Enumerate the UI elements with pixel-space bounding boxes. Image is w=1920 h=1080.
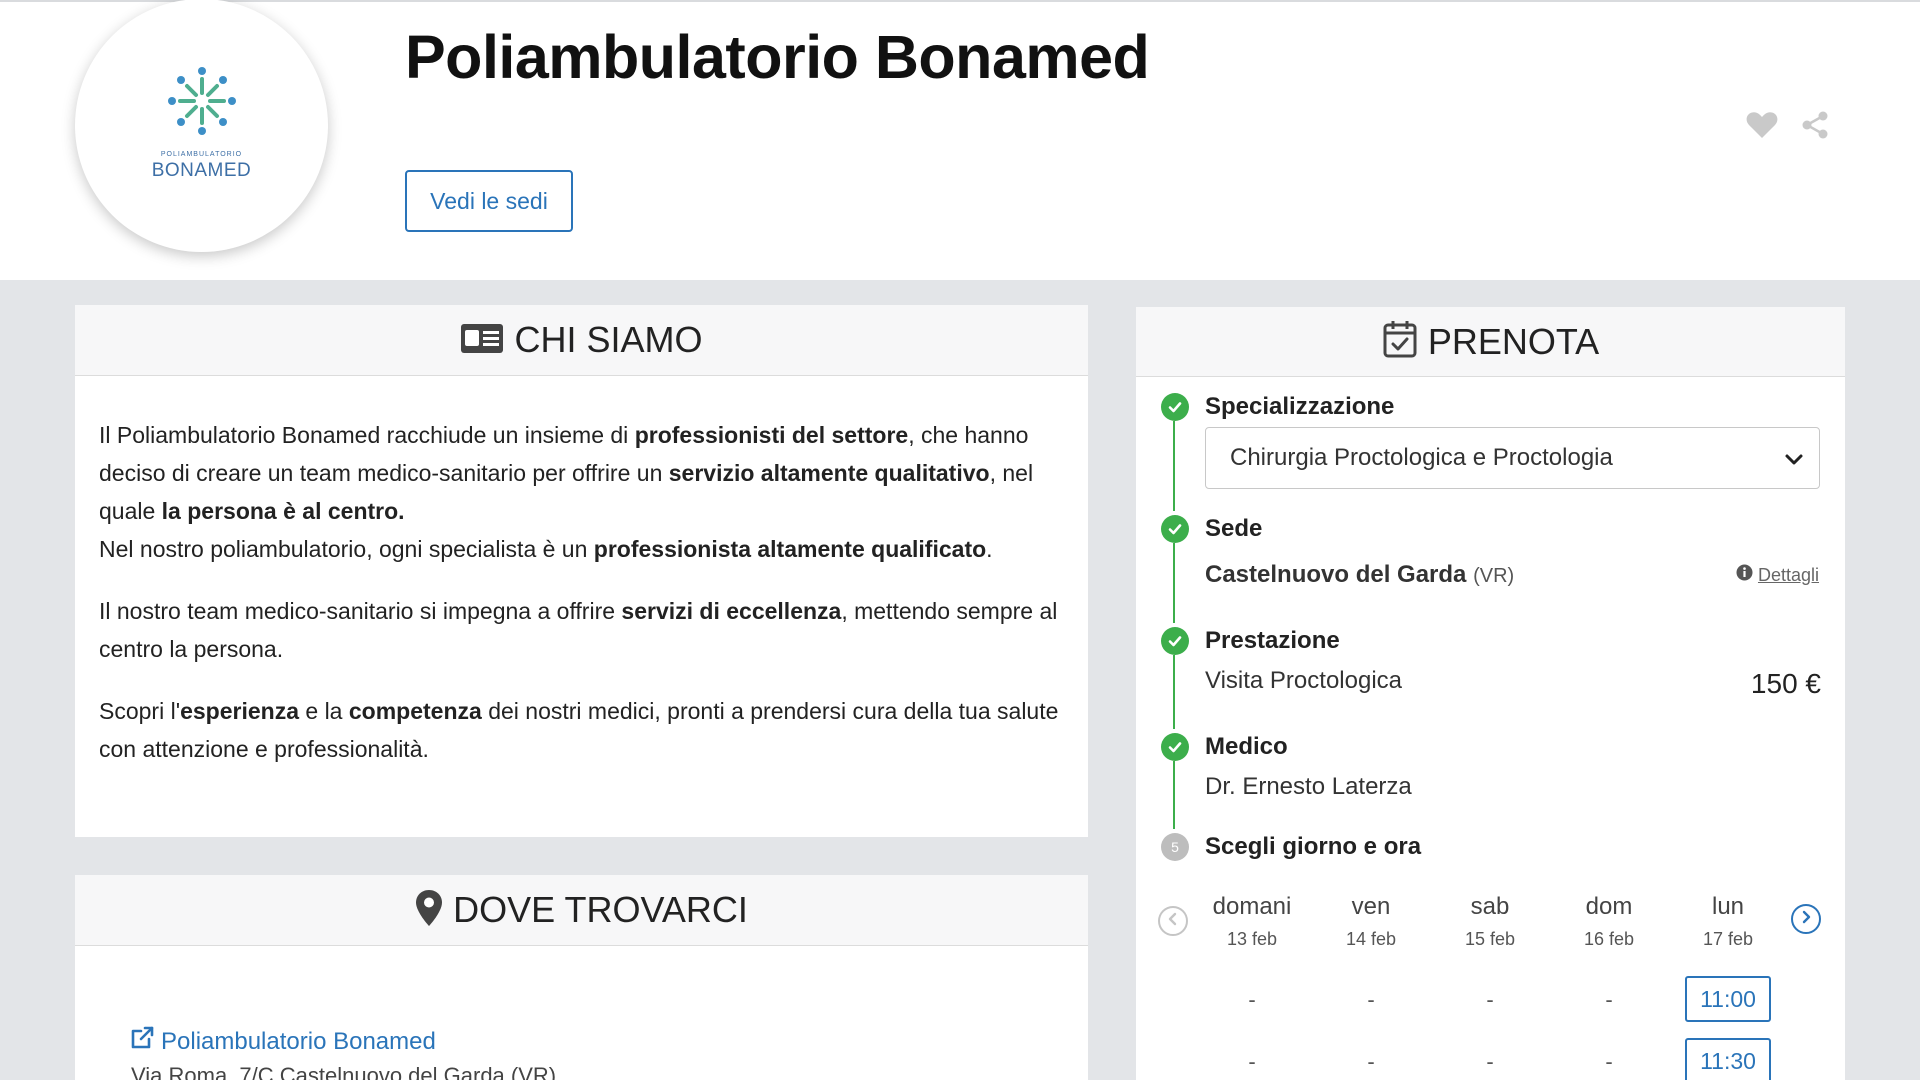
slot-empty: - xyxy=(1248,987,1256,1012)
prestazione-price: 150 € xyxy=(1750,668,1821,699)
medico-value: Dr. Ernesto Laterza xyxy=(1205,773,1412,800)
day-date: 14 feb xyxy=(1345,929,1397,949)
text-span: . xyxy=(986,536,993,562)
prestazione-label: Prestazione xyxy=(1205,627,1340,654)
step-connector xyxy=(1173,421,1175,511)
text-span: Il nostro team medico-sanitario si impeg… xyxy=(99,598,622,624)
text-bold: la persona è al centro. xyxy=(161,498,405,524)
chi-siamo-paragraph: Il nostro team medico-sanitario si impeg… xyxy=(99,592,1064,668)
dove-trovarci-card: DOVE TROVARCI Poliambulatorio Bonamed Vi… xyxy=(75,875,1088,1080)
sede-value: Castelnuovo del Garda (VR) xyxy=(1205,561,1514,589)
map-pin-icon xyxy=(415,889,443,932)
info-icon xyxy=(1736,564,1753,586)
day-name: lun xyxy=(1711,893,1745,920)
chi-siamo-title: CHI SIAMO xyxy=(514,319,703,360)
clinic-header: POLIAMBULATORIO BONAMED Poliambulatorio … xyxy=(0,0,1920,280)
text-bold: servizio altamente qualitativo xyxy=(668,460,990,486)
logo-big-text: BONAMED xyxy=(151,160,252,181)
step-check-icon xyxy=(1161,627,1189,655)
text-bold: esperienza xyxy=(180,698,299,724)
step-connector xyxy=(1173,655,1175,729)
external-link-icon xyxy=(129,1025,155,1058)
chi-siamo-paragraph: Scopri l'esperienza e la competenza dei … xyxy=(99,692,1064,768)
clinic-location-link[interactable]: Poliambulatorio Bonamed xyxy=(129,1025,436,1058)
share-icon[interactable] xyxy=(1800,110,1830,145)
day-date: 16 feb xyxy=(1583,929,1635,949)
logo-small-text: POLIAMBULATORIO xyxy=(160,151,243,158)
sede-city: Castelnuovo del Garda xyxy=(1205,561,1467,588)
id-card-icon xyxy=(460,321,504,360)
giorno-label: Scegli giorno e ora xyxy=(1205,833,1422,860)
chevron-down-icon xyxy=(1783,448,1805,477)
chi-siamo-body: Il Poliambulatorio Bonamed racchiude un … xyxy=(75,376,1088,768)
sede-label: Sede xyxy=(1205,515,1263,542)
calendar-prev-button[interactable] xyxy=(1158,906,1188,936)
step-connector xyxy=(1173,761,1175,829)
specializzazione-select[interactable]: Chirurgia Proctologica e Proctologia xyxy=(1205,427,1820,489)
day-column: dom 16 feb xyxy=(1554,893,1664,959)
day-column: ven 14 feb xyxy=(1316,893,1426,959)
day-date: 15 feb xyxy=(1464,929,1516,949)
vedi-sedi-button[interactable]: Vedi le sedi xyxy=(405,170,573,232)
sede-province: (VR) xyxy=(1473,565,1515,587)
chi-siamo-card: CHI SIAMO Il Poliambulatorio Bonamed rac… xyxy=(75,305,1088,837)
page-title: Poliambulatorio Bonamed xyxy=(405,23,1150,91)
step-connector xyxy=(1173,543,1175,623)
slot-empty: - xyxy=(1248,1049,1256,1074)
specializzazione-label: Specializzazione xyxy=(1205,393,1395,420)
text-bold: professionista altamente qualificato xyxy=(593,536,987,562)
chi-siamo-paragraph: Il Poliambulatorio Bonamed racchiude un … xyxy=(99,416,1064,530)
clinic-location-link-text[interactable]: Poliambulatorio Bonamed xyxy=(161,1028,436,1056)
clinic-address: Via Roma, 7/C Castelnuovo del Garda (VR) xyxy=(131,1063,557,1080)
slot-empty: - xyxy=(1486,1049,1494,1074)
dove-trovarci-header: DOVE TROVARCI xyxy=(75,875,1088,946)
slot-empty: - xyxy=(1605,987,1613,1012)
day-date: 13 feb xyxy=(1226,929,1278,949)
medico-label: Medico xyxy=(1205,733,1288,760)
calendar-check-icon xyxy=(1382,319,1418,364)
step-check-icon xyxy=(1161,733,1189,761)
step-check-icon xyxy=(1161,515,1189,543)
time-slot-button[interactable]: 11:30 xyxy=(1685,1038,1771,1080)
text-span: e la xyxy=(299,698,349,724)
day-column: lun 17 feb xyxy=(1673,893,1783,959)
day-date: 17 feb xyxy=(1702,929,1754,949)
text-bold: competenza xyxy=(348,698,482,724)
prenota-header: PRENOTA xyxy=(1136,307,1845,377)
prenota-card: PRENOTA Specializzazione Chirurgia Proct… xyxy=(1136,307,1845,1080)
step-check-icon xyxy=(1161,393,1189,421)
prestazione-value: Visita Proctologica xyxy=(1205,667,1402,694)
prenota-title: PRENOTA xyxy=(1427,320,1600,362)
chi-siamo-header: CHI SIAMO xyxy=(75,305,1088,376)
dettagli-link-text[interactable]: Dettagli xyxy=(1758,565,1819,586)
day-name: domani xyxy=(1212,893,1292,920)
day-column: sab 15 feb xyxy=(1435,893,1545,959)
day-name: ven xyxy=(1351,893,1391,920)
calendar-next-button[interactable] xyxy=(1791,904,1821,934)
chevron-right-icon xyxy=(1799,910,1813,929)
slot-empty: - xyxy=(1367,987,1375,1012)
chi-siamo-paragraph: Nel nostro poliambulatorio, ogni special… xyxy=(99,530,1064,568)
heart-icon[interactable] xyxy=(1746,110,1778,145)
slot-empty: - xyxy=(1486,987,1494,1012)
text-bold: servizi di eccellenza xyxy=(621,598,842,624)
text-span: Nel nostro poliambulatorio, ogni special… xyxy=(99,536,594,562)
text-span: Il Poliambulatorio Bonamed racchiude un … xyxy=(99,422,635,448)
text-span: Scopri l' xyxy=(99,698,181,724)
step-number-badge: 5 xyxy=(1161,833,1189,861)
dettagli-link[interactable]: Dettagli xyxy=(1736,564,1819,586)
slot-empty: - xyxy=(1605,1049,1613,1074)
chevron-left-icon xyxy=(1166,912,1180,931)
text-bold: professionisti del settore xyxy=(634,422,909,448)
dove-trovarci-title: DOVE TROVARCI xyxy=(453,889,748,930)
specializzazione-value: Chirurgia Proctologica e Proctologia xyxy=(1230,444,1613,471)
day-column: domani 13 feb xyxy=(1197,893,1307,959)
time-slot-button[interactable]: 11:00 xyxy=(1685,976,1771,1022)
slot-empty: - xyxy=(1367,1049,1375,1074)
day-name: sab xyxy=(1470,893,1510,920)
logo-mark-icon xyxy=(168,67,236,135)
clinic-logo: POLIAMBULATORIO BONAMED xyxy=(75,0,328,252)
day-name: dom xyxy=(1585,893,1633,920)
